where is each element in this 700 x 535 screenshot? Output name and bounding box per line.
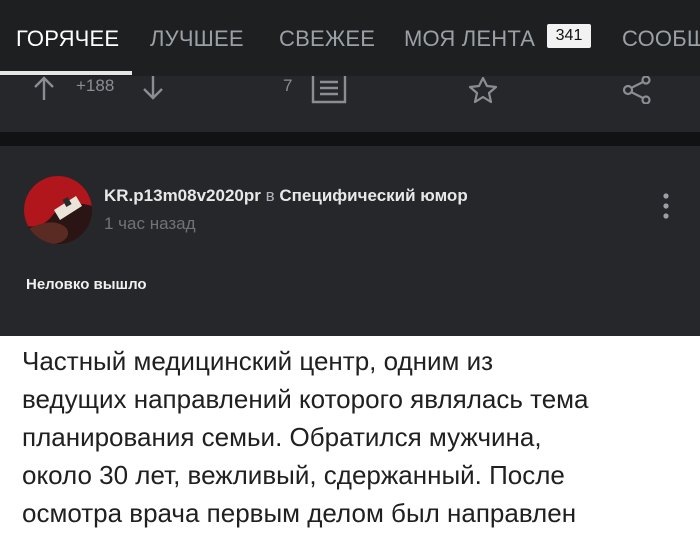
post-separator <box>0 132 700 146</box>
comments-icon[interactable] <box>310 76 348 104</box>
post-title[interactable]: Неловко вышло <box>26 276 147 293</box>
post-content-text: Частный медицинский центр, одним из веду… <box>22 342 682 532</box>
share-icon[interactable] <box>620 76 654 104</box>
avatar[interactable] <box>24 176 92 244</box>
content-line: около 30 лет, вежливый, сдержанный. Посл… <box>22 460 565 490</box>
comments-count[interactable]: 7 <box>283 76 292 96</box>
author-line: KR.p13m08v2020pr в Специфический юмор <box>104 186 468 206</box>
content-line: осмотра врача первым делом был направлен <box>22 498 577 528</box>
post-header: KR.p13m08v2020pr в Специфический юмор 1 … <box>0 146 700 336</box>
active-tab-indicator <box>0 71 132 75</box>
content-line: Частный медицинский центр, одним из <box>22 346 494 376</box>
post-action-bar: +188 7 <box>0 76 700 132</box>
tab-bar: ГОРЯЧЕЕ ЛУЧШЕЕ СВЕЖЕЕ МОЯ ЛЕНТА 341 СООБ… <box>0 0 700 76</box>
tab-fresh[interactable]: СВЕЖЕЕ <box>279 26 375 52</box>
content-line: ведущих направлений которого являлась те… <box>22 384 589 414</box>
author-name[interactable]: KR.p13m08v2020pr <box>104 186 261 205</box>
more-vertical-icon[interactable] <box>660 192 672 220</box>
rating-value: +188 <box>76 76 115 95</box>
in-word: в <box>265 186 275 205</box>
tab-my-feed[interactable]: МОЯ ЛЕНТА <box>404 26 535 52</box>
post-content-image[interactable]: Частный медицинский центр, одним из веду… <box>0 336 700 535</box>
arrow-down-icon[interactable] <box>141 76 165 102</box>
tab-messages[interactable]: СООБЩ <box>622 26 700 52</box>
tab-hot[interactable]: ГОРЯЧЕЕ <box>16 26 119 52</box>
post-time: 1 час назад <box>104 214 196 233</box>
feed-count-badge: 341 <box>547 24 591 48</box>
star-icon[interactable] <box>466 76 500 104</box>
community-name[interactable]: Специфический юмор <box>279 186 467 205</box>
tab-best[interactable]: ЛУЧШЕЕ <box>150 26 244 52</box>
avatar-image <box>24 176 92 244</box>
content-line: планирования семьи. Обратился мужчина, <box>22 422 542 452</box>
arrow-up-icon[interactable] <box>32 76 56 102</box>
